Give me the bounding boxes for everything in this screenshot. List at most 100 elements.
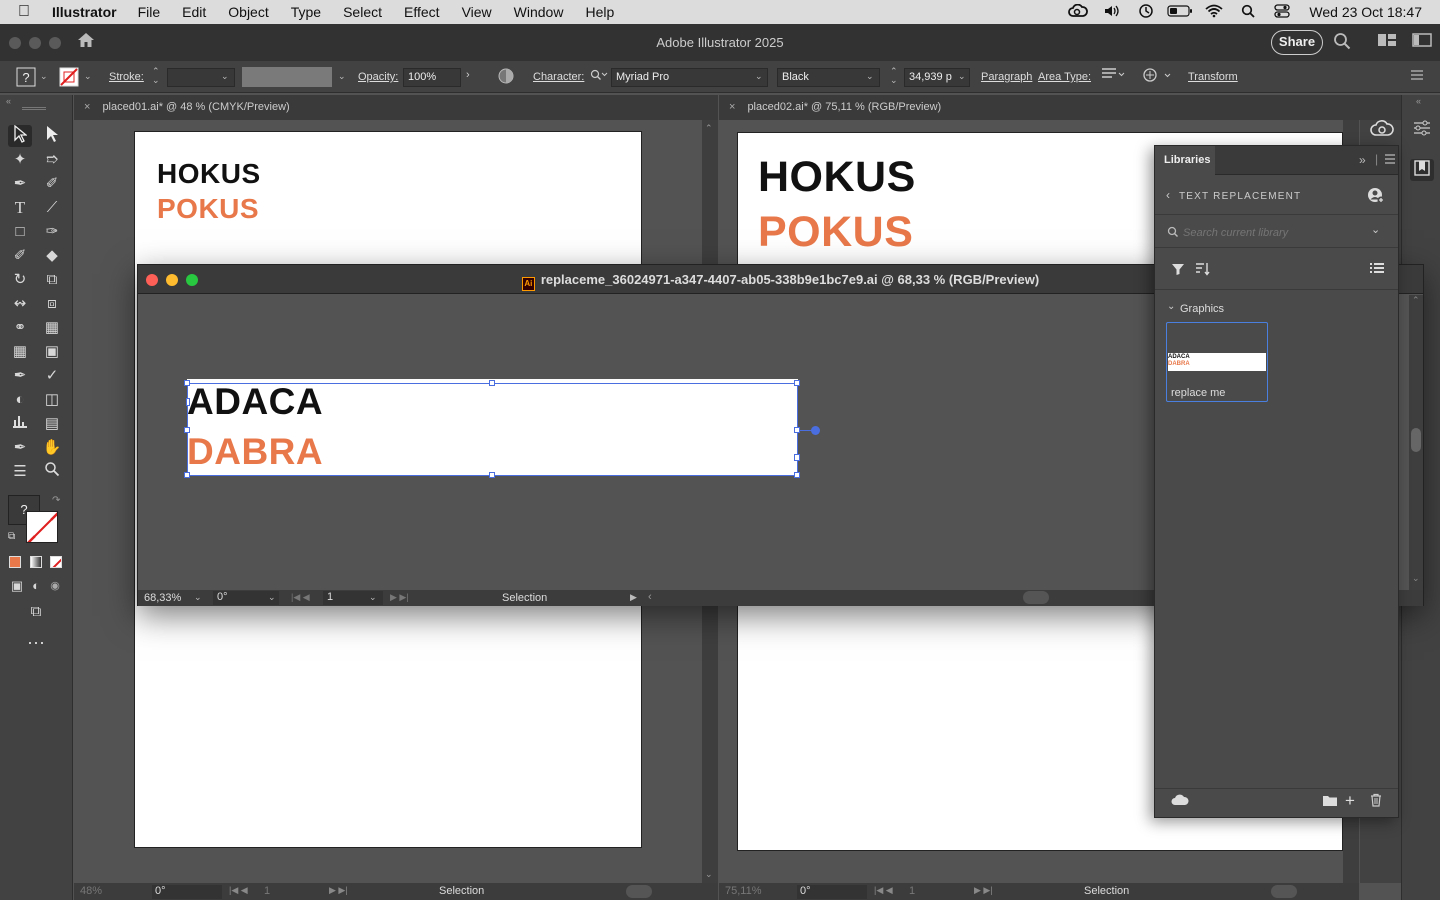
app-menu[interactable]: Illustrator (52, 4, 117, 20)
default-fill-stroke-icon[interactable]: ⧉ (8, 531, 15, 542)
share-button[interactable]: Share (1271, 30, 1323, 55)
first-artboard-icon[interactable]: |◀ ◀ (291, 592, 310, 603)
font-size-chevron-icon[interactable]: ⌄ (958, 71, 966, 82)
font-style-chevron-icon[interactable]: ⌄ (866, 71, 874, 82)
rotate-view-field[interactable]: 0° (152, 885, 222, 899)
stroke-weight-stepper[interactable]: ⌃ ⌄ (152, 67, 160, 85)
arrange-documents-icon[interactable] (1377, 32, 1397, 53)
area-type-in-port[interactable] (186, 398, 190, 406)
libraries-panel-icon[interactable] (1410, 159, 1434, 181)
free-transform-tool-icon[interactable]: ⧈ (40, 293, 64, 315)
cc-libraries-cloud-icon[interactable] (1370, 120, 1394, 142)
minimize-window-button[interactable] (29, 36, 41, 49)
search-icon[interactable] (1333, 32, 1351, 55)
selection-handle-top-right[interactable] (794, 380, 800, 386)
zoom-level-field[interactable]: 48% (80, 885, 102, 897)
gradient-tool-icon[interactable]: ▣ (40, 341, 64, 363)
gradient-mode-button[interactable] (30, 556, 42, 568)
new-group-folder-icon[interactable] (1322, 793, 1338, 810)
puppet-warp-icon[interactable] (1141, 67, 1173, 88)
direct-selection-tool-icon[interactable] (40, 125, 64, 147)
invite-collaborators-icon[interactable] (1367, 187, 1385, 208)
area-type-out-port[interactable] (794, 454, 800, 461)
menu-object[interactable]: Object (228, 4, 268, 20)
line-segment-tool-icon[interactable]: ⟋ (40, 197, 64, 219)
sort-icon[interactable] (1195, 262, 1211, 279)
shape-builder-tool-icon[interactable]: ⚭ (8, 317, 32, 339)
paintbrush-tool-icon[interactable]: ✑ (40, 221, 64, 243)
opacity-flyout-icon[interactable]: › (466, 69, 470, 81)
panel-menu-icon[interactable] (1384, 154, 1396, 167)
selection-handle-bottom-right[interactable] (794, 472, 800, 478)
recolor-artwork-icon[interactable] (497, 67, 515, 88)
scroll-down-icon[interactable]: ⌄ (705, 869, 713, 880)
filter-icon[interactable] (1171, 262, 1185, 279)
clock[interactable]: Wed 23 Oct 18:47 (1309, 4, 1422, 20)
scroll-down-icon[interactable]: ⌄ (1412, 573, 1420, 584)
next-artboard-icon[interactable]: ▶ ▶| (329, 885, 348, 896)
toolbar-grip[interactable] (22, 107, 46, 110)
selection-handle-bottom-left[interactable] (184, 472, 190, 478)
measure-tool-icon[interactable]: ✓ (40, 365, 64, 387)
opacity-field[interactable]: 100% (403, 68, 461, 87)
first-artboard-icon[interactable]: |◀ ◀ (229, 885, 248, 896)
graphics-section-header[interactable]: ⌄ Graphics (1155, 301, 1398, 319)
tab-libraries[interactable]: Libraries (1155, 146, 1215, 175)
font-family-chevron-icon[interactable]: ⌄ (755, 71, 763, 82)
menu-edit[interactable]: Edit (182, 4, 206, 20)
zoom-tool-icon[interactable] (40, 461, 64, 483)
eraser-tool-icon[interactable]: ◆ (40, 245, 64, 267)
list-view-icon[interactable] (1369, 262, 1385, 279)
library-search-input[interactable] (1183, 224, 1363, 242)
artwork-text-line2[interactable]: POKUS (758, 208, 913, 257)
zoom-level-field[interactable]: 75,11% (725, 885, 762, 897)
workspace-switcher-icon[interactable] (1412, 32, 1432, 53)
creative-cloud-icon[interactable] (1061, 3, 1095, 21)
selection-bounding-box[interactable] (187, 383, 798, 476)
artwork-text-line1[interactable]: HOKUS (157, 158, 261, 190)
selection-handle-middle-left[interactable] (184, 427, 190, 433)
zoom-chevron-icon[interactable]: ⌄ (194, 592, 202, 603)
menu-select[interactable]: Select (343, 4, 382, 20)
document-tab-placed02[interactable]: × placed02.ai* @ 75,11 % (RGB/Preview) (719, 95, 1401, 120)
stroke-dropdown-chevron-icon[interactable]: ⌄ (84, 71, 92, 82)
draw-inside-icon[interactable]: ◉ (43, 575, 67, 597)
artboard-number-field[interactable]: 1 (264, 885, 270, 897)
pen-tool-icon[interactable]: ✒ (8, 173, 32, 195)
edit-toolbar-icon[interactable]: ☰ (8, 461, 32, 483)
zoom-level-field[interactable]: 68,33% (144, 592, 181, 604)
opacity-label[interactable]: Opacity: (358, 71, 398, 83)
profile-chevron-icon[interactable]: ⌄ (338, 71, 346, 82)
symbol-sprayer-tool-icon[interactable]: ◫ (40, 389, 64, 411)
font-size-stepper[interactable]: ⌃ ⌄ (890, 67, 898, 85)
transform-label[interactable]: Transform (1188, 71, 1238, 83)
lasso-tool-icon[interactable]: ➱ (40, 149, 64, 171)
menu-window[interactable]: Window (514, 4, 564, 20)
expand-dock-icon[interactable]: « (1416, 96, 1421, 106)
volume-icon[interactable] (1095, 4, 1129, 21)
close-tab-icon[interactable]: × (729, 101, 735, 113)
search-scope-chevron-icon[interactable]: ⌄ (1371, 223, 1380, 236)
width-tool-icon[interactable]: ↭ (8, 293, 32, 315)
collapse-toolbar-icon[interactable]: « (6, 96, 11, 106)
align-left-icon[interactable] (1101, 67, 1127, 84)
swap-fill-stroke-icon[interactable]: ↷ (52, 495, 60, 506)
artwork-text-line2[interactable]: POKUS (157, 193, 259, 225)
stroke-label[interactable]: Stroke: (109, 71, 144, 83)
collapse-panel-icon[interactable]: » (1359, 153, 1366, 167)
close-tab-icon[interactable]: × (84, 101, 90, 113)
more-tools-icon[interactable]: ⋯ (24, 632, 48, 654)
scroll-up-icon[interactable]: ⌃ (705, 123, 713, 134)
curvature-tool-icon[interactable]: ✐ (40, 173, 64, 195)
blend-tool-icon[interactable]: ◐ (8, 389, 32, 411)
selection-handle-bottom-center[interactable] (489, 472, 495, 478)
artwork-text-line1[interactable]: HOKUS (758, 153, 916, 202)
artboard-tool-icon[interactable]: ▤ (40, 413, 64, 435)
horizontal-scroll-thumb[interactable] (1023, 591, 1049, 604)
zoom-window-button[interactable] (49, 36, 61, 49)
battery-icon[interactable] (1163, 4, 1197, 20)
stroke-none-swatch[interactable] (59, 67, 79, 90)
apple-icon[interactable]:  (18, 3, 38, 21)
hand-tool-icon[interactable]: ✋ (40, 437, 64, 459)
close-window-button[interactable] (9, 36, 21, 49)
